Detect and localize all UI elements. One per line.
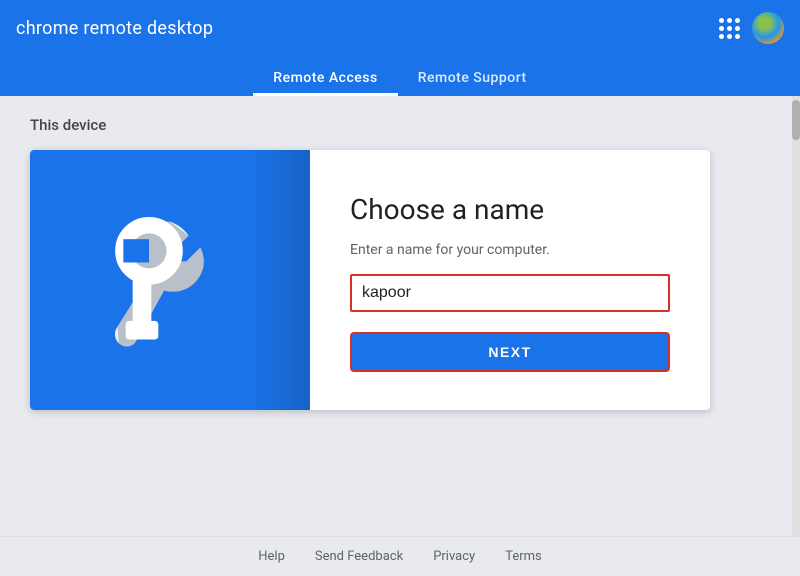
tabs-container: Remote Access Remote Support (0, 56, 800, 96)
tab-remote-support[interactable]: Remote Support (398, 56, 547, 96)
footer-link-help[interactable]: Help (258, 549, 285, 564)
dialog-subtitle: Enter a name for your computer. (350, 242, 670, 258)
avatar-image (752, 12, 784, 44)
grid-dots (719, 18, 740, 39)
footer-link-feedback[interactable]: Send Feedback (315, 549, 403, 564)
card-right-panel: Choose a name Enter a name for your comp… (310, 150, 710, 410)
top-bar-right (719, 12, 784, 44)
device-card: Choose a name Enter a name for your comp… (30, 150, 710, 410)
tabs: Remote Access Remote Support (253, 56, 546, 96)
top-bar: chrome remote desktop (0, 0, 800, 56)
section-label: This device (30, 116, 770, 134)
user-avatar[interactable] (752, 12, 784, 44)
wrench-icon (100, 210, 240, 350)
scrollbar-thumb[interactable] (792, 100, 800, 140)
card-left-panel (30, 150, 310, 410)
footer: Help Send Feedback Privacy Terms (0, 536, 800, 576)
dialog-title: Choose a name (350, 193, 670, 226)
scrollbar-track[interactable] (792, 96, 800, 536)
apps-icon[interactable] (719, 18, 740, 39)
footer-link-terms[interactable]: Terms (505, 549, 542, 564)
next-button-wrapper: NEXT (350, 332, 670, 372)
main-content: This device (0, 96, 800, 536)
tab-remote-access[interactable]: Remote Access (253, 56, 397, 96)
computer-name-input[interactable] (350, 274, 670, 312)
next-button[interactable]: NEXT (350, 332, 670, 372)
footer-link-privacy[interactable]: Privacy (433, 549, 475, 564)
app-title: chrome remote desktop (16, 18, 213, 39)
